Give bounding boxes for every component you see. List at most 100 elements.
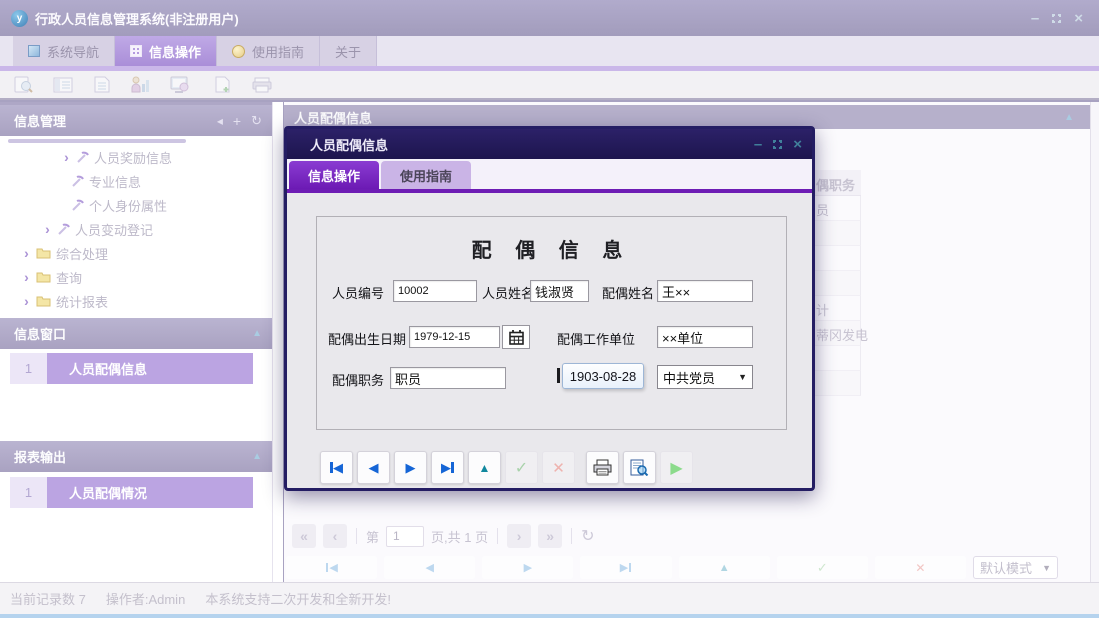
refresh-icon[interactable]: ↻	[251, 113, 262, 129]
tree-item-identity[interactable]: 个人身份属性	[0, 193, 272, 217]
first-page-button[interactable]: «	[292, 524, 316, 548]
prev-page-button[interactable]: ‹	[323, 524, 347, 548]
info-window-item[interactable]: 1 人员配偶信息	[10, 353, 253, 384]
spouse-birth-field[interactable]	[409, 326, 500, 348]
tree-item-major[interactable]: 专业信息	[0, 169, 272, 193]
next-page-button[interactable]: ›	[507, 524, 531, 548]
panel-title: 信息管理	[14, 111, 66, 130]
sidebar-scrollbar[interactable]	[272, 102, 283, 582]
cancel-button[interactable]: ✕	[875, 556, 966, 579]
window-titlebar: y 行政人员信息管理系统(非注册用户) – ×	[0, 0, 1099, 36]
add-icon[interactable]: +	[233, 113, 241, 129]
person-name-label: 人员姓名	[482, 283, 534, 302]
dialog-title: 人员配偶信息	[310, 135, 388, 154]
print-preview-button[interactable]	[623, 451, 656, 484]
collapse-up-icon[interactable]: ▲	[252, 328, 262, 339]
tree-item-label: 统计报表	[56, 292, 108, 311]
window-title: 行政人员信息管理系统(非注册用户)	[35, 9, 239, 28]
content-scrollbar[interactable]	[1090, 102, 1099, 582]
toolbar	[0, 71, 1099, 100]
form-title: 配 偶 信 息	[317, 234, 786, 263]
new-document-icon[interactable]	[208, 73, 238, 97]
next-record-button[interactable]: ▶	[394, 451, 427, 484]
collapse-up-icon[interactable]: ▲	[252, 451, 262, 462]
dialog-tab-user-guide[interactable]: 使用指南	[381, 161, 471, 189]
tab-label: 使用指南	[252, 42, 304, 61]
dialog-tab-info-operation[interactable]: 信息操作	[289, 161, 379, 189]
first-record-button[interactable]: ◀	[286, 556, 377, 579]
printer-icon[interactable]	[247, 73, 277, 97]
panel-header-report-output[interactable]: 报表输出 ▲	[0, 441, 272, 472]
tab-about[interactable]: 关于	[320, 36, 377, 66]
person-name-field[interactable]	[530, 280, 589, 302]
chevron-right-icon[interactable]: ›	[22, 293, 31, 309]
dialog-maximize-icon[interactable]	[773, 140, 782, 149]
dialog-titlebar[interactable]: 人员配偶信息 – ×	[287, 129, 812, 159]
panel-title: 信息窗口	[14, 324, 66, 343]
person-id-field[interactable]	[393, 280, 477, 302]
chevron-right-icon[interactable]: ›	[22, 269, 31, 285]
info-window-panel: 1 人员配偶信息	[0, 349, 272, 441]
minimize-icon[interactable]: –	[1031, 10, 1039, 27]
operator-label: 操作者:Admin	[106, 589, 185, 608]
dialog-minimize-icon[interactable]: –	[754, 136, 762, 153]
maximize-icon[interactable]	[1052, 14, 1061, 23]
tree-item-reports[interactable]: › 统计报表	[0, 289, 272, 313]
refresh-icon[interactable]: ↻	[581, 526, 594, 546]
prev-record-button[interactable]: ◀	[384, 556, 475, 579]
app-window: y 行政人员信息管理系统(非注册用户) – × 系统导航 信息操作 使用指南 关…	[0, 0, 1099, 618]
collapse-up-icon[interactable]: ▲	[1064, 112, 1074, 123]
close-icon[interactable]: ×	[1074, 10, 1083, 27]
chevron-right-icon[interactable]: ›	[62, 149, 71, 165]
report-output-item[interactable]: 1 人员配偶情况	[10, 477, 253, 508]
person-chart-icon[interactable]	[126, 73, 156, 97]
print-button[interactable]	[586, 451, 619, 484]
date-tooltip: 1903-08-28	[562, 363, 644, 389]
monitor-icon[interactable]	[165, 73, 195, 97]
edit-record-button[interactable]: ▲	[468, 451, 501, 484]
tree-item-changes[interactable]: › 人员变动登记	[0, 217, 272, 241]
item-index: 1	[10, 353, 47, 384]
spouse-job-field[interactable]	[390, 367, 506, 389]
spouse-name-field[interactable]	[657, 280, 753, 302]
tree-item-query[interactable]: › 查询	[0, 265, 272, 289]
next-record-button[interactable]: ▶	[482, 556, 573, 579]
last-record-button[interactable]: ▶	[580, 556, 671, 579]
prev-record-button[interactable]: ◀	[357, 451, 390, 484]
last-page-button[interactable]: »	[538, 524, 562, 548]
chevron-down-icon: ▼	[1042, 563, 1051, 573]
edit-record-button[interactable]: ▲	[679, 556, 770, 579]
dialog-close-icon[interactable]: ×	[793, 136, 802, 153]
form-list-icon[interactable]	[48, 73, 78, 97]
calendar-button[interactable]	[502, 325, 530, 349]
spouse-workunit-field[interactable]	[657, 326, 753, 348]
chevron-right-icon[interactable]: ›	[43, 221, 52, 237]
tree-item-label: 人员奖励信息	[94, 148, 172, 167]
search-icon[interactable]	[9, 73, 39, 97]
dialog-tabstrip: 信息操作 使用指南	[287, 159, 812, 189]
collapse-left-icon[interactable]: ◂	[217, 114, 223, 128]
confirm-button[interactable]: ✓	[505, 451, 538, 484]
tab-system-nav[interactable]: 系统导航	[13, 36, 115, 66]
run-button[interactable]: ▶	[660, 451, 693, 484]
mode-select[interactable]: 默认模式 ▼	[973, 556, 1058, 579]
panel-header-info-window[interactable]: 信息窗口 ▲	[0, 318, 272, 349]
confirm-button[interactable]: ✓	[777, 556, 868, 579]
cancel-button[interactable]: ✕	[542, 451, 575, 484]
last-record-button[interactable]: ▶	[431, 451, 464, 484]
spouse-name-label: 配偶姓名	[602, 283, 654, 302]
tree-item-label: 专业信息	[89, 172, 141, 191]
page-number-input[interactable]	[386, 526, 424, 547]
tree-item-awards[interactable]: › 人员奖励信息	[0, 145, 272, 169]
spouse-politics-select[interactable]: 中共党员 ▼	[657, 365, 753, 389]
document-icon[interactable]	[87, 73, 117, 97]
first-record-button[interactable]: ◀	[320, 451, 353, 484]
tool-icon	[71, 175, 84, 188]
panel-header-info-management[interactable]: 信息管理 ◂ + ↻	[0, 105, 272, 136]
print-preview-icon	[630, 459, 649, 476]
chevron-right-icon[interactable]: ›	[22, 245, 31, 261]
tree-item-comprehensive[interactable]: › 综合处理	[0, 241, 272, 265]
horizontal-scrollbar[interactable]	[8, 139, 186, 143]
tab-user-guide[interactable]: 使用指南	[217, 36, 320, 66]
tab-info-operation[interactable]: 信息操作	[115, 36, 217, 66]
